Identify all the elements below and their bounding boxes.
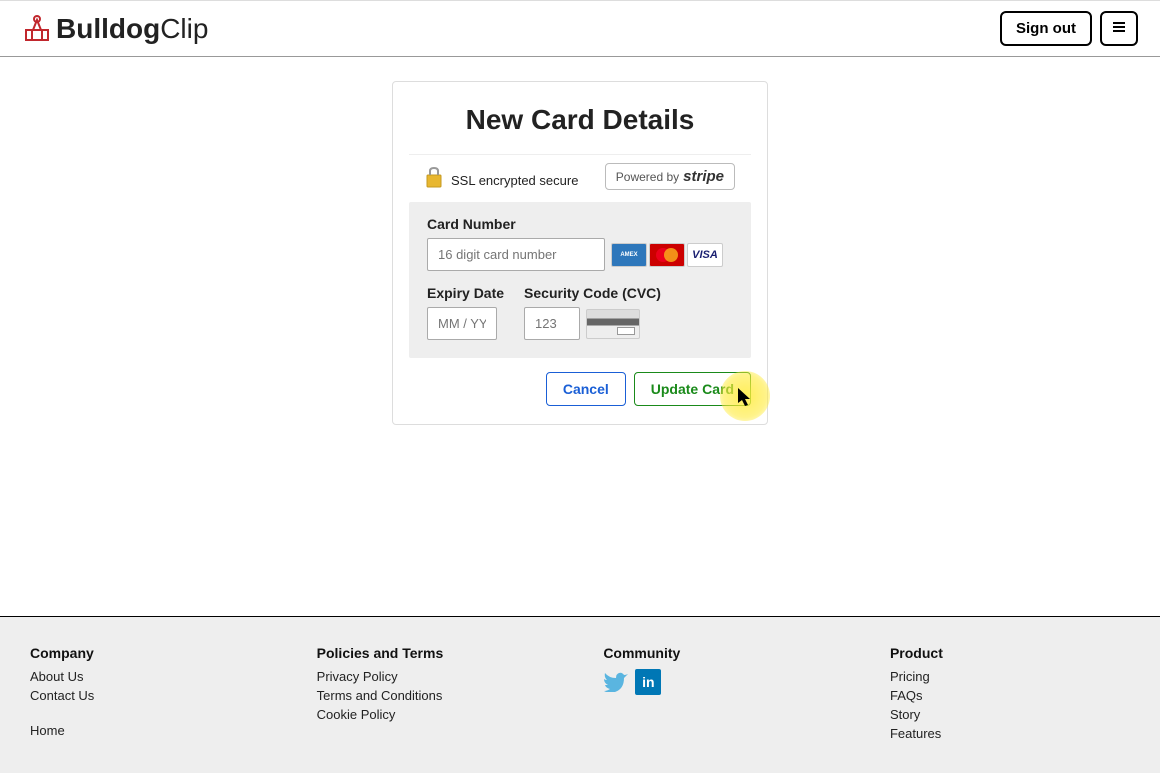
card-number-label: Card Number <box>427 216 733 232</box>
action-buttons: Cancel Update Card <box>393 358 767 424</box>
sign-out-button[interactable]: Sign out <box>1000 11 1092 46</box>
footer-company: Company About Us Contact Us Home <box>30 645 310 745</box>
ssl-text: SSL encrypted secure <box>451 173 578 188</box>
cancel-button[interactable]: Cancel <box>546 372 626 406</box>
mastercard-icon <box>649 243 685 267</box>
expiry-cvc-row: Expiry Date Security Code (CVC) <box>427 285 733 340</box>
footer-product-heading: Product <box>890 645 1130 661</box>
footer-faqs-link[interactable]: FAQs <box>890 688 1130 703</box>
lock-icon <box>425 166 443 188</box>
form-panel: Card Number AMEX VISA Expiry Date Secu <box>409 202 751 358</box>
footer-community: Community in <box>603 645 883 745</box>
footer-community-heading: Community <box>603 645 883 661</box>
card-number-row: AMEX VISA <box>427 238 733 271</box>
logo-text: BulldogClip <box>56 13 208 45</box>
menu-button[interactable] <box>1100 11 1138 46</box>
cvc-input[interactable] <box>524 307 580 340</box>
footer-contact-link[interactable]: Contact Us <box>30 688 310 703</box>
visa-icon: VISA <box>687 243 723 267</box>
social-icons: in <box>603 669 883 695</box>
twitter-icon[interactable] <box>603 669 629 695</box>
footer-story-link[interactable]: Story <box>890 707 1130 722</box>
footer-terms-link[interactable]: Terms and Conditions <box>317 688 597 703</box>
footer-features-link[interactable]: Features <box>890 726 1130 741</box>
cvc-label: Security Code (CVC) <box>524 285 733 301</box>
footer-product: Product Pricing FAQs Story Features <box>890 645 1130 745</box>
header-buttons: Sign out <box>1000 11 1138 46</box>
bulldog-clip-icon <box>22 14 52 44</box>
menu-icon <box>1112 21 1126 33</box>
footer-pricing-link[interactable]: Pricing <box>890 669 1130 684</box>
footer-policies: Policies and Terms Privacy Policy Terms … <box>317 645 597 745</box>
security-row: SSL encrypted secure Powered by stripe <box>409 154 751 202</box>
stripe-badge: Powered by stripe <box>605 163 735 190</box>
footer-policies-heading: Policies and Terms <box>317 645 597 661</box>
footer-privacy-link[interactable]: Privacy Policy <box>317 669 597 684</box>
footer-company-heading: Company <box>30 645 310 661</box>
logo[interactable]: BulldogClip <box>22 13 208 45</box>
ssl-notice: SSL encrypted secure <box>425 166 578 188</box>
footer-about-link[interactable]: About Us <box>30 669 310 684</box>
cvc-hint-icon <box>586 309 640 339</box>
card-number-input[interactable] <box>427 238 605 271</box>
amex-icon: AMEX <box>611 243 647 267</box>
expiry-label: Expiry Date <box>427 285 504 301</box>
header: BulldogClip Sign out <box>0 0 1160 57</box>
page-title: New Card Details <box>393 82 767 154</box>
expiry-input[interactable] <box>427 307 497 340</box>
card-brand-logos: AMEX VISA <box>611 243 723 267</box>
update-card-button[interactable]: Update Card <box>634 372 751 406</box>
footer-cookie-link[interactable]: Cookie Policy <box>317 707 597 722</box>
stripe-logo: stripe <box>683 168 724 185</box>
linkedin-icon[interactable]: in <box>635 669 661 695</box>
footer: Company About Us Contact Us Home Policie… <box>0 616 1160 773</box>
footer-home-link[interactable]: Home <box>30 723 310 738</box>
main-content: New Card Details SSL encrypted secure Po… <box>0 57 1160 449</box>
stripe-prefix: Powered by <box>616 170 679 184</box>
card-details-panel: New Card Details SSL encrypted secure Po… <box>392 81 768 425</box>
